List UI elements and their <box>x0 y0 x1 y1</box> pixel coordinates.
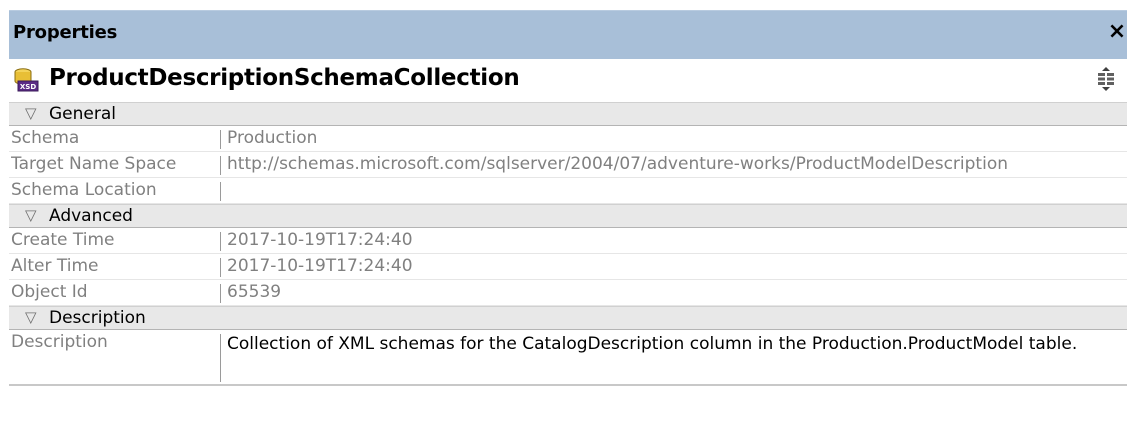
panel-titlebar: Properties × <box>9 10 1127 59</box>
property-row-create-time[interactable]: Create Time 2017-10-19T17:24:40 <box>9 228 1127 254</box>
property-row-object-id[interactable]: Object Id 65539 <box>9 280 1127 306</box>
svg-text:XSD: XSD <box>20 83 36 91</box>
section-description[interactable]: ▽ Description <box>9 306 1127 330</box>
section-advanced[interactable]: ▽ Advanced <box>9 204 1127 228</box>
column-divider <box>220 334 221 382</box>
collapse-triangle-icon[interactable]: ▽ <box>25 104 37 122</box>
column-divider <box>220 182 221 201</box>
property-value[interactable]: 2017-10-19T17:24:40 <box>227 256 1123 276</box>
column-divider <box>220 284 221 303</box>
panel-title: Properties <box>13 22 118 43</box>
property-name: Object Id <box>11 282 88 302</box>
column-divider <box>220 130 221 149</box>
object-header: XSD ProductDescriptionSchemaCollection <box>9 60 1127 100</box>
collapse-triangle-icon[interactable]: ▽ <box>25 308 37 326</box>
column-divider <box>220 258 221 277</box>
property-value[interactable]: http://schemas.microsoft.com/sqlserver/2… <box>227 154 1123 174</box>
section-label: Advanced <box>49 206 133 226</box>
property-grid: ▽ General Schema Production Target Name … <box>9 102 1127 386</box>
collapse-triangle-icon[interactable]: ▽ <box>25 206 37 224</box>
property-name: Create Time <box>11 230 115 250</box>
property-name: Description <box>11 332 108 352</box>
close-icon[interactable]: × <box>1107 19 1127 45</box>
property-name: Alter Time <box>11 256 99 276</box>
property-value[interactable]: 65539 <box>227 282 1123 302</box>
property-name: Schema <box>11 128 80 148</box>
property-name: Target Name Space <box>11 154 177 174</box>
properties-panel: Properties × XSD ProductDescriptionSchem… <box>9 10 1127 448</box>
top-strip <box>0 0 1127 10</box>
object-name: ProductDescriptionSchemaCollection <box>49 65 520 91</box>
property-row-target-name-space[interactable]: Target Name Space http://schemas.microso… <box>9 152 1127 178</box>
property-value[interactable]: 2017-10-19T17:24:40 <box>227 230 1123 250</box>
column-divider <box>220 156 221 175</box>
section-general[interactable]: ▽ General <box>9 102 1127 126</box>
xsd-schema-collection-icon: XSD <box>14 68 39 92</box>
property-row-description[interactable]: Description Collection of XML schemas fo… <box>9 330 1127 386</box>
sort-properties-icon[interactable] <box>1095 66 1117 92</box>
property-value[interactable]: Production <box>227 128 1123 148</box>
property-row-schema-location[interactable]: Schema Location <box>9 178 1127 204</box>
property-value[interactable]: Collection of XML schemas for the Catalo… <box>227 332 1123 356</box>
property-name: Schema Location <box>11 180 157 200</box>
column-divider <box>220 232 221 251</box>
section-label: General <box>49 104 116 124</box>
section-label: Description <box>49 308 146 328</box>
property-row-schema[interactable]: Schema Production <box>9 126 1127 152</box>
property-row-alter-time[interactable]: Alter Time 2017-10-19T17:24:40 <box>9 254 1127 280</box>
